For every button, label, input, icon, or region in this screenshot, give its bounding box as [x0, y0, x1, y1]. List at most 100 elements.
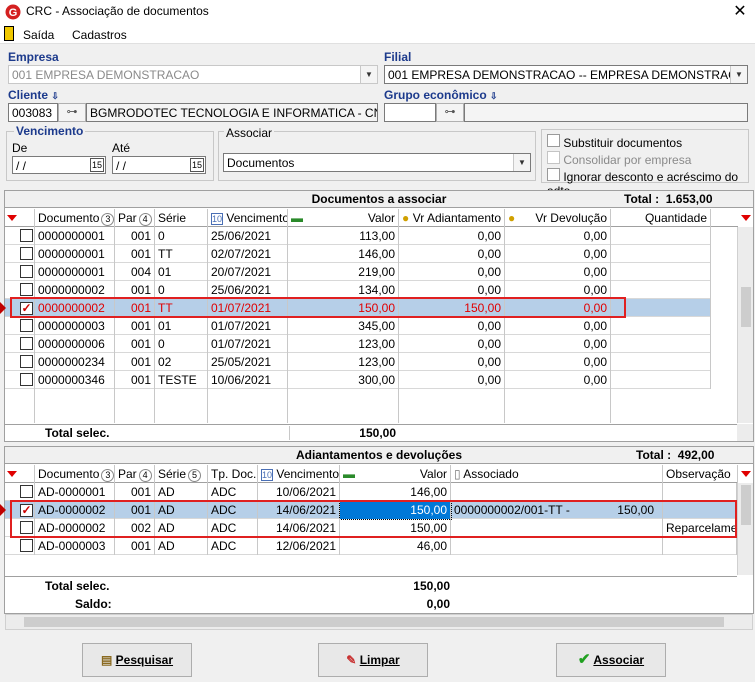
row-checkbox[interactable]	[20, 229, 33, 242]
col-serie[interactable]: Série 5	[155, 465, 208, 483]
pesquisar-button[interactable]: ▤ Pesquisar	[82, 643, 192, 677]
grid-line	[504, 389, 505, 423]
substituir-label: Substituir documentos	[563, 136, 683, 150]
cell-valor[interactable]: 146,00	[340, 483, 451, 501]
select-cell[interactable]	[17, 335, 35, 353]
limpar-button[interactable]: ✎ Limpar	[318, 643, 428, 677]
ate-date-input[interactable]: / / 15	[112, 156, 206, 174]
row-checkbox[interactable]	[20, 485, 33, 498]
cell-quantidade	[611, 281, 711, 299]
row-checkbox[interactable]	[20, 319, 33, 332]
ignorar-checkbox[interactable]	[547, 168, 560, 181]
table-row[interactable]: 0000000006 001 0 01/07/2021 123,00 0,00 0,00	[5, 335, 711, 353]
de-date-input[interactable]: / / 15	[12, 156, 106, 174]
select-cell[interactable]	[17, 537, 35, 555]
adiantamentos-scrollbar[interactable]	[737, 483, 753, 575]
substituir-option[interactable]: Substituir documentos	[547, 134, 682, 150]
row-checkbox[interactable]	[20, 337, 33, 350]
cell-serie: 0	[155, 227, 208, 245]
cell-adiant: 0,00	[399, 371, 505, 389]
cell-devol: 0,00	[505, 353, 611, 371]
close-button[interactable]: ✕	[729, 2, 751, 22]
col-vencimento[interactable]: 10 Vencimento	[208, 209, 288, 227]
cell-obs[interactable]	[663, 537, 737, 555]
menu-saida[interactable]: Saída	[23, 28, 54, 42]
row-checkbox[interactable]	[20, 373, 33, 386]
row-checkbox[interactable]	[20, 265, 33, 278]
associar-select[interactable]: Documentos ▼	[223, 153, 531, 172]
cell-venc: 25/06/2021	[208, 227, 288, 245]
select-cell[interactable]	[17, 371, 35, 389]
table-row[interactable]: 0000000234 001 02 25/05/2021 123,00 0,00 0,00	[5, 353, 711, 371]
consolidar-option[interactable]: Consolidar por empresa	[547, 151, 691, 167]
col-vr-devolucao[interactable]: ● Vr Devolução	[505, 209, 611, 227]
associar-button[interactable]: ✔ Associar	[556, 643, 666, 677]
row-checkbox[interactable]	[20, 355, 33, 368]
calendar-icon: 10	[211, 213, 224, 225]
empresa-select[interactable]: 001 EMPRESA DEMONSTRACAO ▼	[8, 65, 378, 84]
scroll-thumb[interactable]	[741, 287, 751, 327]
scroll-thumb[interactable]	[24, 617, 724, 627]
grupo-code-input[interactable]	[384, 103, 436, 122]
documentos-scrollbar[interactable]	[737, 227, 753, 423]
table-row[interactable]: 0000000346 001 TESTE 10/06/2021 300,00 0,00 0,…	[5, 371, 711, 389]
menu-cadastros[interactable]: Cadastros	[72, 28, 127, 42]
col-associado[interactable]: ▯ Associado	[451, 465, 663, 483]
cell-obs[interactable]	[663, 483, 737, 501]
binoculars-icon[interactable]: ⊶	[58, 103, 86, 122]
row-checkbox[interactable]	[20, 283, 33, 296]
col-par[interactable]: Par 4	[115, 465, 155, 483]
menu-triangle-icon[interactable]	[741, 471, 751, 477]
table-row[interactable]: AD-0000001 001 AD ADC 10/06/2021 146,00	[5, 483, 737, 501]
row-checkbox[interactable]	[20, 539, 33, 552]
col-tp-doc[interactable]: Tp. Doc.	[208, 465, 258, 483]
de-date-value: / /	[16, 159, 27, 173]
cell-doc: AD-0000001	[35, 483, 115, 501]
col-par[interactable]: Par 4	[115, 209, 155, 227]
filial-select[interactable]: 001 EMPRESA DEMONSTRACAO -- EMPRESA DEMO…	[384, 65, 748, 84]
col-valor[interactable]: ▬ Valor	[288, 209, 399, 227]
table-row[interactable]: 0000000001 004 01 20/07/2021 219,00 0,00 0,00	[5, 263, 711, 281]
col-documento[interactable]: Documento 3	[35, 465, 115, 483]
cell-quantidade	[611, 227, 711, 245]
calendar-icon[interactable]: 15	[89, 158, 104, 172]
menu-triangle-icon[interactable]	[7, 471, 17, 477]
col-observacao[interactable]: Observação	[663, 465, 738, 483]
col-valor[interactable]: ▬ Valor	[340, 465, 451, 483]
select-cell[interactable]	[17, 483, 35, 501]
col-vencimento[interactable]: 10 Vencimento	[258, 465, 340, 483]
cell-par: 001	[115, 537, 155, 555]
horizontal-scrollbar[interactable]	[5, 614, 753, 630]
col-vr-adiantamento[interactable]: ● Vr Adiantamento	[399, 209, 505, 227]
sort-order-badge: 3	[101, 213, 114, 226]
exit-door-icon	[4, 26, 14, 41]
table-row[interactable]: 0000000001 001 0 25/06/2021 113,00 0,00 0,00	[5, 227, 711, 245]
select-cell[interactable]	[17, 263, 35, 281]
cell-valor: 146,00	[288, 245, 399, 263]
substituir-checkbox[interactable]	[547, 134, 560, 147]
cell-adiant: 0,00	[399, 227, 505, 245]
cell-valor[interactable]: 46,00	[340, 537, 451, 555]
consolidar-checkbox[interactable]	[547, 151, 560, 164]
ate-date-value: / /	[116, 159, 127, 173]
table-row[interactable]: 0000000001 001 TT 02/07/2021 146,00 0,00 0,00	[5, 245, 711, 263]
cliente-code-input[interactable]: 003083	[8, 103, 58, 122]
row-checkbox[interactable]	[20, 247, 33, 260]
table-row[interactable]: AD-0000003 001 AD ADC 12/06/2021 46,00	[5, 537, 737, 555]
col-serie[interactable]: Série	[155, 209, 208, 227]
cell-devol: 0,00	[505, 227, 611, 245]
col-documento[interactable]: Documento 3	[35, 209, 115, 227]
select-cell[interactable]	[17, 227, 35, 245]
select-cell[interactable]	[17, 353, 35, 371]
menu-triangle-icon[interactable]	[7, 215, 17, 221]
select-cell[interactable]	[17, 317, 35, 335]
scroll-thumb[interactable]	[741, 485, 751, 525]
calendar-icon[interactable]: 15	[189, 158, 204, 172]
select-cell[interactable]	[17, 245, 35, 263]
grid-line	[207, 389, 208, 423]
binoculars-icon[interactable]: ⊶	[436, 103, 464, 122]
col-quantidade[interactable]: Quantidade	[611, 209, 711, 227]
menu-triangle-icon[interactable]	[741, 215, 751, 221]
cell-valor: 123,00	[288, 353, 399, 371]
table-row[interactable]: 0000000003 001 01 01/07/2021 345,00 0,00 0,00	[5, 317, 711, 335]
